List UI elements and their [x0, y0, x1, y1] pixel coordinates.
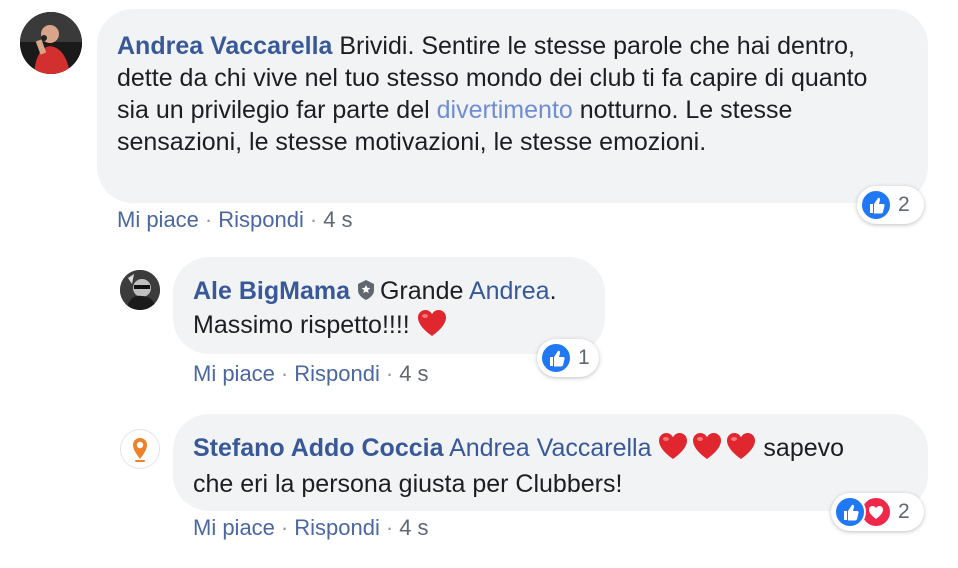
timestamp[interactable]: 4 s	[399, 361, 428, 386]
red-heart-icon	[658, 432, 688, 468]
comment-body-line2: Massimo rispetto!!!!	[193, 311, 410, 339]
comment-author[interactable]: Andrea Vaccarella	[117, 32, 332, 60]
like-button[interactable]: Mi piace	[193, 515, 275, 540]
comment-text: Stefano Addo Coccia Andrea Vaccarella sa…	[193, 432, 908, 500]
reaction-summary[interactable]: 2	[831, 493, 924, 531]
comment-bubble: Ale BigMama Grande Andrea. Massimo rispet…	[173, 257, 605, 354]
avatar[interactable]	[120, 429, 160, 469]
reply-button[interactable]: Rispondi	[294, 361, 380, 386]
comment-andrea-vaccarella: Andrea Vaccarella Brividi. Sentire le st…	[0, 0, 958, 240]
comment-text: Ale BigMama Grande Andrea. Massimo rispet…	[193, 275, 585, 345]
like-icon	[860, 189, 892, 221]
like-button[interactable]: Mi piace	[117, 207, 199, 232]
red-heart-icon	[726, 432, 756, 468]
comment-bubble: Andrea Vaccarella Brividi. Sentire le st…	[97, 9, 928, 203]
mention-link[interactable]: Andrea Vaccarella	[449, 434, 651, 462]
separator: ·	[385, 515, 394, 540]
avatar[interactable]	[20, 12, 82, 74]
shield-badge-icon	[356, 277, 376, 309]
avatar[interactable]	[120, 270, 160, 310]
comment-author[interactable]: Stefano Addo Coccia	[193, 434, 444, 462]
reply-button[interactable]: Rispondi	[218, 207, 304, 232]
comment-actions: Mi piace · Rispondi · 4 s	[117, 206, 353, 234]
separator: ·	[280, 515, 289, 540]
timestamp[interactable]: 4 s	[399, 515, 428, 540]
comment-bubble: Stefano Addo Coccia Andrea Vaccarella sa…	[173, 414, 928, 511]
mention-link[interactable]: Andrea	[469, 277, 550, 305]
comment-body-line2: che eri la persona giusta per Clubbers!	[193, 470, 623, 498]
reply-ale-bigmama: Ale BigMama Grande Andrea. Massimo rispet…	[0, 250, 958, 400]
separator: ·	[280, 361, 289, 386]
comment-body: sapevo	[756, 434, 845, 462]
hashtag-link[interactable]: divertimento	[437, 96, 573, 124]
timestamp[interactable]: 4 s	[323, 207, 352, 232]
comment-body-end: .	[549, 277, 557, 305]
reply-stefano-addo-coccia: Stefano Addo Coccia Andrea Vaccarella sa…	[0, 405, 958, 565]
separator: ·	[204, 207, 213, 232]
like-icon	[540, 342, 572, 374]
red-heart-icon	[417, 309, 447, 345]
reaction-summary[interactable]: 2	[857, 186, 924, 224]
red-heart-icon	[692, 432, 722, 468]
like-button[interactable]: Mi piace	[193, 361, 275, 386]
reply-button[interactable]: Rispondi	[294, 515, 380, 540]
comment-actions: Mi piace · Rispondi · 4 s	[193, 360, 429, 388]
reaction-count: 2	[898, 193, 910, 216]
comment-text: Andrea Vaccarella Brividi. Sentire le st…	[117, 30, 900, 158]
separator: ·	[385, 361, 394, 386]
comment-actions: Mi piace · Rispondi · 4 s	[193, 514, 429, 542]
comment-author[interactable]: Ale BigMama	[193, 277, 350, 305]
reaction-count: 1	[578, 346, 590, 369]
like-icon	[834, 496, 866, 528]
reaction-count: 2	[898, 500, 910, 523]
separator: ·	[309, 207, 318, 232]
comment-body: Grande	[379, 277, 469, 305]
reaction-summary[interactable]: 1	[537, 339, 599, 377]
